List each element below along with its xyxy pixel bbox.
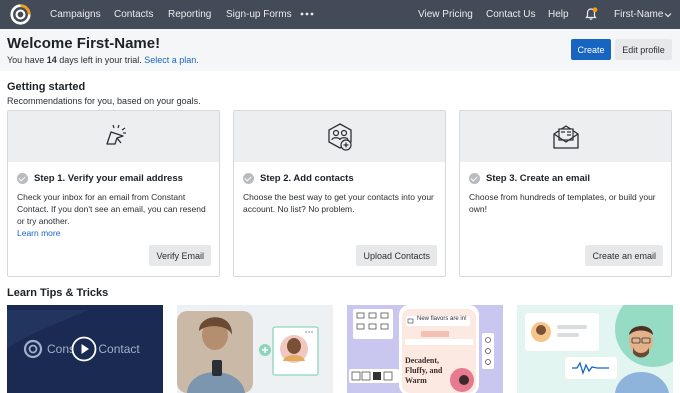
- email-envelope-icon: [552, 125, 579, 149]
- trial-suffix: days left in your trial.: [56, 55, 145, 65]
- step-card-email: Step 3. Create an email Choose from hund…: [459, 110, 672, 277]
- trial-days: 14: [46, 55, 57, 65]
- nav-help[interactable]: Help: [548, 0, 569, 29]
- card-title: Step 1. Verify your email address: [34, 173, 183, 184]
- card-illustration-area: [8, 111, 219, 162]
- contacts-add-icon: [327, 123, 352, 151]
- constant-contact-logo-icon[interactable]: [10, 4, 31, 25]
- bell-icon[interactable]: [584, 7, 598, 21]
- learn-more-link[interactable]: Learn more: [17, 228, 60, 238]
- more-dots-icon[interactable]: [300, 9, 314, 19]
- tips-title: Learn Tips & Tricks: [7, 287, 109, 299]
- nav-view-pricing[interactable]: View Pricing: [418, 0, 473, 29]
- play-icon[interactable]: [71, 336, 97, 362]
- phone-headline-text: Decadent, Fluffy, and Warm: [405, 356, 443, 385]
- trial-prefix: You have: [7, 55, 47, 65]
- getting-started-title: Getting started: [7, 81, 86, 93]
- cursor-click-icon: [105, 124, 126, 145]
- top-nav: Campaigns Contacts Reporting Sign-up For…: [0, 0, 680, 29]
- nav-reporting[interactable]: Reporting: [168, 0, 211, 29]
- step-card-contacts: Step 2. Add contacts Choose the best way…: [233, 110, 446, 277]
- card-description: Check your inbox for an email from Const…: [17, 192, 206, 226]
- getting-started-subtitle: Recommendations for you, based on your g…: [7, 96, 201, 106]
- create-button[interactable]: Create: [571, 39, 611, 60]
- card-title: Step 3. Create an email: [486, 173, 591, 184]
- phone-banner-text: New flavors are in!: [417, 316, 467, 322]
- check-circle-icon: [469, 173, 480, 184]
- card-illustration-area: [460, 111, 671, 162]
- contacts-tip-illustration: [177, 305, 333, 393]
- card-title-row: Step 3. Create an email: [469, 173, 590, 184]
- contacts-tip-tile[interactable]: [177, 305, 333, 393]
- trial-message: You have 14 days left in your trial. Sel…: [7, 55, 199, 65]
- card-description: Choose from hundreds of templates, or bu…: [469, 192, 656, 214]
- verify-email-button[interactable]: Verify Email: [149, 245, 211, 266]
- nav-campaigns[interactable]: Campaigns: [50, 0, 101, 29]
- check-circle-icon: [17, 173, 28, 184]
- card-title-row: Step 1. Verify your email address: [17, 173, 183, 184]
- page-title: Welcome First-Name!: [7, 35, 161, 52]
- edit-profile-button[interactable]: Edit profile: [615, 39, 672, 60]
- social-tip-tile[interactable]: [517, 305, 673, 393]
- upload-contacts-button[interactable]: Upload Contacts: [356, 245, 437, 266]
- card-illustration-area: [234, 111, 445, 162]
- check-circle-icon: [243, 173, 254, 184]
- email-editor-tip-tile[interactable]: New flavors are in! Decadent, Fluffy, an…: [347, 305, 503, 393]
- social-tip-illustration: [517, 305, 673, 393]
- select-plan-link[interactable]: Select a plan.: [144, 55, 199, 65]
- user-menu[interactable]: First-Name: [614, 0, 663, 29]
- nav-contact-us[interactable]: Contact Us: [486, 0, 535, 29]
- nav-signup-forms[interactable]: Sign-up Forms: [226, 0, 292, 29]
- card-title-row: Step 2. Add contacts: [243, 173, 354, 184]
- nav-contacts[interactable]: Contacts: [114, 0, 153, 29]
- card-title: Step 2. Add contacts: [260, 173, 354, 184]
- video-tile[interactable]: Constant Contact: [7, 305, 163, 393]
- card-description: Choose the best way to get your contacts…: [243, 192, 434, 214]
- create-an-email-button[interactable]: Create an email: [585, 245, 663, 266]
- step-card-verify: Step 1. Verify your email address Check …: [7, 110, 220, 277]
- chevron-down-icon[interactable]: [664, 11, 672, 19]
